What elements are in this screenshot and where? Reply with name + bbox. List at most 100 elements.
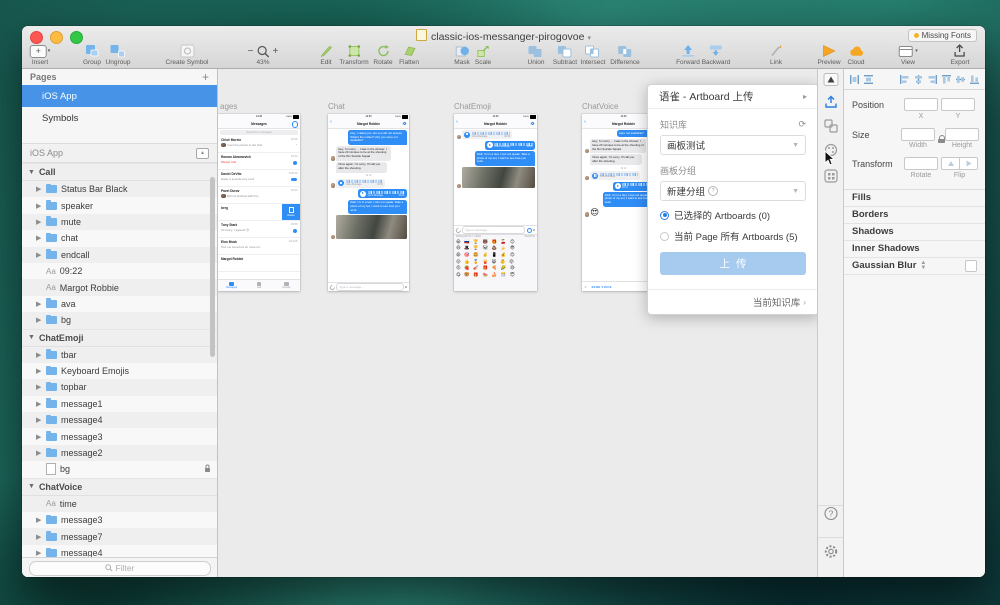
layer-row[interactable]: ▶ Aa bg [22, 312, 217, 328]
artboard-row-chatvoice[interactable]: ▼ChatVoice [22, 478, 217, 496]
photo-message[interactable] [336, 215, 406, 239]
disclosure-triangle-icon[interactable]: ▶ [36, 316, 42, 324]
forward-button[interactable]: Forward [676, 44, 700, 66]
back-icon[interactable]: ‹ [584, 120, 586, 126]
disclosure-triangle-icon[interactable]: ▶ [36, 449, 42, 457]
export-button[interactable]: Export [951, 44, 970, 66]
filter-input[interactable]: Filter [29, 561, 211, 576]
disclosure-triangle-icon[interactable]: ▶ [36, 218, 42, 226]
voice-message-outgoing[interactable]: Voice Message00:21 [485, 141, 535, 150]
disclosure-triangle-icon[interactable]: ▶ [36, 234, 42, 242]
emoji-row[interactable]: 😋 🐯 🎁 🍉 🍰 🎊 😇 [456, 272, 535, 279]
edit-button[interactable]: Edit [319, 44, 333, 66]
attachment-icon[interactable] [455, 227, 461, 233]
inner-shadows-section[interactable]: Inner Shadows [844, 241, 985, 258]
insert-button[interactable]: +▾ Insert [30, 44, 51, 66]
voice-message-incoming[interactable]: Voice Message [590, 171, 640, 180]
knowledge-base-select[interactable]: 画板测试▼ [660, 135, 806, 155]
layer-row[interactable]: ▶ Aa message4 [22, 412, 217, 428]
artboard-row-call[interactable]: ▼Call [22, 163, 217, 181]
shadows-section[interactable]: Shadows [844, 224, 985, 241]
mic-button-icon[interactable] [464, 132, 470, 138]
union-button[interactable]: Union [528, 44, 545, 66]
disclosure-triangle-icon[interactable]: ▶ [36, 400, 42, 408]
artboard-row-chatemoji[interactable]: ▼ChatEmoji [22, 329, 217, 347]
layer-row[interactable]: ▶ Aa message2 [22, 445, 217, 461]
disclosure-triangle-icon[interactable]: ▶ [36, 549, 42, 557]
collapse-panel-icon[interactable]: ▲ [196, 148, 209, 159]
gaussian-blur-checkbox[interactable] [965, 260, 977, 272]
intersect-button[interactable]: Intersect [581, 44, 606, 66]
layer-row[interactable]: ▶ Aa message1 [22, 396, 217, 412]
conversation-row[interactable]: Margot Robbie [218, 255, 300, 272]
scale-button[interactable]: Scale [475, 44, 491, 66]
layer-row[interactable]: ▶ Aa topbar [22, 379, 217, 395]
layer-row[interactable]: ▶ Aa message3 [22, 512, 217, 528]
borders-section[interactable]: Borders [844, 207, 985, 224]
play-button-icon[interactable] [615, 183, 621, 189]
pause-button-icon[interactable] [592, 173, 598, 179]
play-button-icon[interactable] [360, 191, 366, 197]
layer-row[interactable]: ▶ Aa Margot Robbie [22, 279, 217, 295]
disclosure-triangle-icon[interactable]: ▶ [36, 433, 42, 441]
layer-row[interactable]: ▶ Aa 09:22 [22, 263, 217, 279]
delete-button[interactable]: Delete [282, 204, 300, 220]
height-input[interactable] [945, 128, 979, 141]
add-page-button[interactable]: + [202, 70, 209, 84]
play-button-icon[interactable] [487, 142, 493, 148]
difference-button[interactable]: Difference [610, 44, 640, 66]
tab-groups[interactable]: Groups [273, 280, 300, 291]
constrain-lock-icon[interactable] [938, 135, 945, 143]
layer-row[interactable]: ▶ Aa chat [22, 230, 217, 246]
page-item-ios-app[interactable]: iOS App [22, 85, 217, 107]
disclosure-triangle-icon[interactable]: ▶ [36, 185, 42, 193]
flip-vertical-button[interactable] [959, 158, 977, 169]
artboard-title-messages[interactable]: ages [220, 102, 237, 111]
back-icon[interactable]: ‹ [456, 120, 458, 126]
layer-row[interactable]: ▶ Aa bg [22, 461, 217, 477]
mask-button[interactable]: Mask [454, 44, 470, 66]
microphone-icon[interactable] [533, 229, 535, 232]
conversation-row[interactable]: Daniel DeVito Haha, it sounds very cool!… [218, 170, 300, 187]
group-select[interactable]: 新建分组?▼ [660, 181, 806, 201]
rotate-input[interactable] [904, 157, 938, 170]
disclosure-triangle-icon[interactable]: ▶ [36, 367, 42, 375]
photo-message[interactable] [462, 167, 534, 188]
gaussian-blur-section[interactable]: Gaussian Blur▲▼ [844, 258, 985, 275]
current-kb-link[interactable]: 当前知识库› [648, 289, 817, 314]
position-x-input[interactable] [904, 98, 938, 111]
align-bottom-icon[interactable] [969, 74, 980, 85]
backward-button[interactable]: Backward [702, 44, 731, 66]
view-button[interactable]: ▾ View [898, 44, 918, 66]
disclosure-triangle-icon[interactable]: ▶ [36, 383, 42, 391]
help-icon[interactable]: ? [708, 186, 718, 196]
artboard-chatemoji[interactable]: 14:33100% ‹Margot Robbie Voice Message00… [454, 114, 537, 291]
search-field[interactable]: Search for messages [220, 130, 298, 135]
conversation-row[interactable]: Tony Stark It's funny, I agreed! 😊 09:56 [218, 221, 300, 238]
layer-row[interactable]: ▶ Aa mute [22, 214, 217, 230]
disclosure-triangle-icon[interactable]: ▶ [36, 516, 42, 524]
back-icon[interactable]: ‹ [330, 120, 332, 126]
yuque-upload-icon[interactable] [824, 95, 838, 114]
title-bar[interactable]: classic-ios-messanger-pirogovoe▾ Missing… [22, 26, 985, 43]
subtract-button[interactable]: Subtract [553, 44, 577, 66]
layer-row[interactable]: ▶ Aa message4 [22, 545, 217, 557]
artboard-chat[interactable]: 14:33100% ‹Margot Robbie Hey, I called y… [328, 114, 409, 291]
voice-message-incoming[interactable]: Voice Message00:32 [336, 179, 385, 188]
group-button[interactable]: Group [83, 44, 101, 66]
artboard-title-chatvoice[interactable]: ChatVoice [582, 102, 618, 111]
panel-arrow-icon[interactable]: ▸ [803, 92, 807, 101]
disclosure-triangle-icon[interactable]: ▶ [36, 416, 42, 424]
conversation-row[interactable]: Chloë Moretz I sent the picture to the c… [218, 136, 300, 153]
width-input[interactable] [901, 128, 935, 141]
layer-row[interactable]: ▶ Aa speaker [22, 197, 217, 213]
missing-fonts-badge[interactable]: Missing Fonts [908, 29, 977, 42]
canvas[interactable]: ages Chat ChatEmoji ChatVoice 14:33100% … [218, 69, 817, 577]
emoji-row[interactable]: 😀 🇷🇺 🏆 🐻 🎁 🍒 😊 [456, 239, 535, 246]
voice-message-incoming[interactable]: Voice Message00:32 [462, 130, 512, 139]
transform-button[interactable]: Transform [339, 44, 368, 66]
tab-messages[interactable]: Messages [218, 280, 245, 291]
conversation-row[interactable]: berg 11:32 Delete [218, 204, 300, 221]
artboard-title-chat[interactable]: Chat [328, 102, 345, 111]
disclosure-open-icon[interactable]: ▼ [28, 483, 35, 490]
